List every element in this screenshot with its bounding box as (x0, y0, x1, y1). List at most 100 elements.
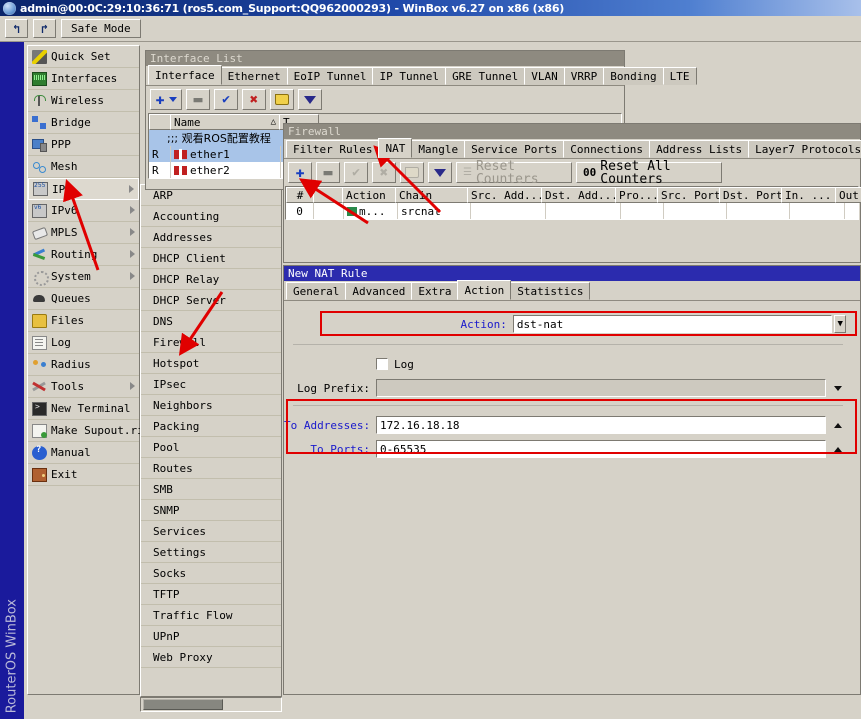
log-prefix-dropdown-button[interactable] (831, 385, 845, 391)
interface-remove-button[interactable]: ▬ (186, 89, 210, 110)
tab-vlan[interactable]: VLAN (524, 67, 565, 85)
table-row[interactable]: 0m...srcnat5 (286, 203, 858, 219)
nat-col-in-[interactable]: In. ... (781, 187, 836, 203)
ip-submenu-item-neighbors[interactable]: Neighbors (141, 395, 281, 416)
to-addresses-expand-button[interactable] (831, 422, 845, 428)
sidebar-item-manual[interactable]: Manual (28, 442, 139, 464)
interface-disable-button[interactable]: ✖ (242, 89, 266, 110)
ip-submenu-item-services[interactable]: Services (141, 521, 281, 542)
nat-filter-button[interactable] (428, 162, 452, 183)
nat-col-action[interactable]: Action (342, 187, 396, 203)
sidebar-item-tools[interactable]: Tools (28, 376, 139, 398)
to-ports-input[interactable]: 0-65535 (376, 440, 826, 458)
tab-gre-tunnel[interactable]: GRE Tunnel (445, 67, 526, 85)
sidebar-item-quick-set[interactable]: Quick Set (28, 46, 139, 68)
nat-col-dst-add-[interactable]: Dst. Add... (541, 187, 616, 203)
sidebar-item-ip[interactable]: IP (28, 178, 139, 200)
nat-col-pro-[interactable]: Pro... (615, 187, 658, 203)
tab-ip-tunnel[interactable]: IP Tunnel (372, 67, 447, 85)
nat-disable-button[interactable]: ✖ (372, 162, 396, 183)
ip-submenu-item-ipsec[interactable]: IPsec (141, 374, 281, 395)
ip-submenu-item-firewall[interactable]: Firewall (141, 332, 281, 353)
to-addresses-input[interactable]: 172.16.18.18 (376, 416, 826, 434)
sidebar-item-routing[interactable]: Routing (28, 244, 139, 266)
tab-connections[interactable]: Connections (563, 140, 651, 158)
nat-col-src-add-[interactable]: Src. Add... (467, 187, 542, 203)
ip-submenu-item-routes[interactable]: Routes (141, 458, 281, 479)
sidebar-item-wireless[interactable]: Wireless (28, 90, 139, 112)
ip-submenu-item-upnp[interactable]: UPnP (141, 626, 281, 647)
tab-lte[interactable]: LTE (662, 67, 697, 85)
scrollbar-thumb[interactable] (143, 699, 223, 710)
log-checkbox[interactable] (376, 358, 388, 370)
undo-button[interactable]: ↰ (5, 19, 28, 38)
nat-col--[interactable]: # (286, 187, 314, 203)
interface-list-titlebar[interactable]: Interface List (146, 51, 624, 66)
ip-submenu-item-snmp[interactable]: SNMP (141, 500, 281, 521)
safe-mode-button[interactable]: Safe Mode (61, 19, 141, 38)
tab-extra[interactable]: Extra (411, 282, 459, 300)
sidebar-item-interfaces[interactable]: Interfaces (28, 68, 139, 90)
ip-submenu-item-dhcp-relay[interactable]: DHCP Relay (141, 269, 281, 290)
ip-submenu-scrollbar[interactable] (140, 697, 282, 712)
tab-statistics[interactable]: Statistics (510, 282, 591, 300)
tab-eoip-tunnel[interactable]: EoIP Tunnel (286, 67, 374, 85)
sidebar-item-ipv6[interactable]: IPv6 (28, 200, 139, 222)
reset-counters-button[interactable]: ☰ Reset Counters (456, 160, 572, 186)
tab-nat[interactable]: NAT (378, 138, 413, 158)
log-prefix-input[interactable] (376, 379, 826, 397)
ip-submenu-item-socks[interactable]: Socks (141, 563, 281, 584)
ip-submenu-item-tftp[interactable]: TFTP (141, 584, 281, 605)
action-input[interactable]: dst-nat (512, 315, 833, 333)
nat-col-out-[interactable]: Out.... (835, 187, 861, 203)
tab-general[interactable]: General (286, 282, 347, 300)
nat-add-button[interactable]: ✚ (288, 162, 312, 183)
interface-filter-button[interactable] (298, 89, 322, 110)
interface-comment-button[interactable] (270, 89, 294, 110)
tab-filter-rules[interactable]: Filter Rules (286, 140, 380, 158)
ip-submenu-item-traffic-flow[interactable]: Traffic Flow (141, 605, 281, 626)
interface-col-flag[interactable] (149, 114, 171, 130)
nat-col-blank[interactable] (313, 187, 343, 203)
sidebar-item-new-terminal[interactable]: New Terminal (28, 398, 139, 420)
tab-ethernet[interactable]: Ethernet (220, 67, 288, 85)
tab-layer7-protocols[interactable]: Layer7 Protocols (748, 140, 861, 158)
tab-service-ports[interactable]: Service Ports (464, 140, 565, 158)
ip-submenu-item-web-proxy[interactable]: Web Proxy (141, 647, 281, 668)
reset-all-counters-button[interactable]: 00 Reset All Counters (576, 160, 722, 186)
ip-submenu-item-accounting[interactable]: Accounting (141, 206, 281, 227)
tab-address-lists[interactable]: Address Lists (649, 140, 750, 158)
sidebar-item-files[interactable]: Files (28, 310, 139, 332)
ip-submenu-item-settings[interactable]: Settings (141, 542, 281, 563)
tab-action[interactable]: Action (457, 280, 512, 300)
interface-col-name[interactable]: Name △ (170, 114, 280, 130)
redo-button[interactable]: ↱ (33, 19, 56, 38)
firewall-titlebar[interactable]: Firewall (284, 124, 860, 139)
ip-submenu-item-hotspot[interactable]: Hotspot (141, 353, 281, 374)
ip-submenu-item-packing[interactable]: Packing (141, 416, 281, 437)
sidebar-item-log[interactable]: Log (28, 332, 139, 354)
nat-col-chain[interactable]: Chain (395, 187, 468, 203)
action-dropdown-button[interactable]: ▼ (834, 315, 847, 333)
sidebar-item-bridge[interactable]: Bridge (28, 112, 139, 134)
ip-submenu-item-dhcp-server[interactable]: DHCP Server (141, 290, 281, 311)
ip-submenu-item-dhcp-client[interactable]: DHCP Client (141, 248, 281, 269)
nat-rule-titlebar[interactable]: New NAT Rule (284, 266, 860, 281)
tab-advanced[interactable]: Advanced (345, 282, 413, 300)
sidebar-item-make-supout-rif[interactable]: Make Supout.rif (28, 420, 150, 442)
nat-enable-button[interactable]: ✔ (344, 162, 368, 183)
sidebar-item-radius[interactable]: Radius (28, 354, 139, 376)
ip-submenu-item-pool[interactable]: Pool (141, 437, 281, 458)
sidebar-item-mpls[interactable]: MPLS (28, 222, 139, 244)
to-ports-expand-button[interactable] (831, 446, 845, 452)
tab-mangle[interactable]: Mangle (411, 140, 466, 158)
nat-col-dst-port[interactable]: Dst. Port (719, 187, 782, 203)
tab-bonding[interactable]: Bonding (603, 67, 664, 85)
nat-comment-button[interactable] (400, 162, 424, 183)
tab-vrrp[interactable]: VRRP (563, 67, 605, 85)
ip-submenu-item-addresses[interactable]: Addresses (141, 227, 281, 248)
ip-submenu-item-dns[interactable]: DNS (141, 311, 281, 332)
sidebar-item-queues[interactable]: Queues (28, 288, 139, 310)
nat-col-src-port[interactable]: Src. Port (657, 187, 720, 203)
interface-enable-button[interactable]: ✔ (214, 89, 238, 110)
